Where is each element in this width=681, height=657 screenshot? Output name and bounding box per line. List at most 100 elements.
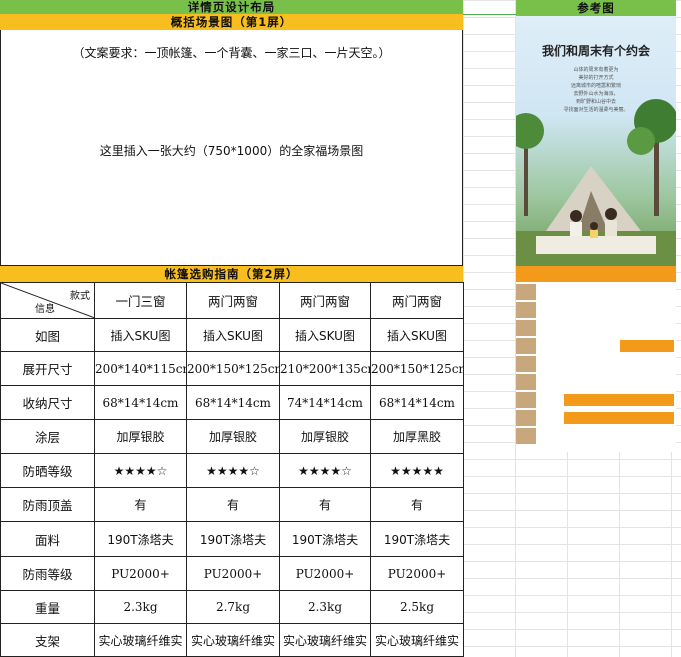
family-tent-photo: 我们和周末有个约会 山体的周末有着更为 美好的打开方式 远离城市的喧嚣和繁琐 去… (516, 16, 676, 266)
tent-spec-table: 款式 信息 一门三窗 两门两窗 两门两窗 两门两窗 如图 插入SKU图 插入SK… (0, 282, 464, 657)
column-header[interactable]: 一门三窗 (94, 282, 187, 319)
section1-title-bar: 概括场景图（第1屏） (0, 14, 463, 30)
table-cell[interactable]: PU2000+ (370, 556, 464, 591)
corner-label-style: 款式 (70, 291, 90, 302)
table-cell[interactable]: 190T涤塔夫 (279, 521, 371, 557)
star-rating[interactable]: ★★★★☆ (186, 453, 280, 488)
reference-header-row (516, 266, 676, 282)
table-cell[interactable]: PU2000+ (186, 556, 280, 591)
scene-image-cell[interactable]: （文案要求：一顶帐篷、一个背囊、一家三口、一片天空。） 这里插入一张大约（750… (0, 30, 463, 266)
column-header[interactable]: 两门两窗 (186, 282, 280, 319)
section2-title: 帐篷选购指南（第2屏） (164, 267, 299, 281)
row-label[interactable]: 防雨等级 (0, 556, 95, 591)
image-placeholder-note: 这里插入一张大约（750*1000）的全家福场景图 (99, 144, 364, 158)
table-cell[interactable]: 插入SKU图 (370, 318, 464, 352)
column-header[interactable]: 两门两窗 (370, 282, 464, 319)
main-title-bar: 详情页设计布局 (0, 0, 463, 14)
table-row: 展开尺寸 200*140*115cm 200*150*125cm 210*200… (0, 351, 464, 386)
table-row: 面料 190T涤塔夫 190T涤塔夫 190T涤塔夫 190T涤塔夫 (0, 521, 464, 557)
column-header[interactable]: 两门两窗 (279, 282, 371, 319)
row-label[interactable]: 展开尺寸 (0, 351, 95, 386)
table-cell[interactable]: 插入SKU图 (186, 318, 280, 352)
table-cell[interactable]: 实心玻璃纤维实 (186, 623, 280, 657)
star-rating[interactable]: ★★★★★ (370, 453, 464, 488)
reference-subline: 去野外山水为海派， (573, 91, 619, 97)
reference-row (516, 356, 676, 372)
reference-row (516, 374, 676, 390)
table-cell[interactable]: 加厚银胶 (186, 419, 280, 454)
row-label[interactable]: 收纳尺寸 (0, 385, 95, 420)
reference-row (516, 284, 676, 300)
table-cell[interactable]: 加厚银胶 (94, 419, 187, 454)
table-row: 如图 插入SKU图 插入SKU图 插入SKU图 插入SKU图 (0, 318, 464, 352)
reference-subline: 远离城市的喧嚣和繁琐 (570, 83, 621, 89)
section1-title: 概括场景图（第1屏） (170, 15, 293, 29)
star-rating[interactable]: ★★★★☆ (279, 453, 371, 488)
table-cell[interactable]: 200*140*115cm (94, 351, 187, 386)
table-cell[interactable]: 68*14*14cm (186, 385, 280, 420)
table-cell[interactable]: 190T涤塔夫 (186, 521, 280, 557)
reference-subline: 山体的周末有着更为 (573, 67, 619, 73)
table-row: 重量 2.3kg 2.7kg 2.3kg 2.5kg (0, 590, 464, 624)
selection-line (463, 14, 516, 15)
reference-title: 参考图 (577, 1, 615, 15)
reference-row (516, 428, 676, 444)
table-cell[interactable]: 210*200*135cm (279, 351, 371, 386)
reference-subline: 到旷野和山谷中去 (575, 99, 616, 105)
table-cell[interactable]: 2.3kg (94, 590, 187, 624)
reference-row (516, 302, 676, 318)
row-label[interactable]: 支架 (0, 623, 95, 657)
table-row: 防晒等级 ★★★★☆ ★★★★☆ ★★★★☆ ★★★★★ (0, 453, 464, 488)
table-cell[interactable]: 插入SKU图 (94, 318, 187, 352)
table-cell[interactable]: 实心玻璃纤维实 (279, 623, 371, 657)
table-cell[interactable]: 加厚黑胶 (370, 419, 464, 454)
reference-row (516, 410, 676, 426)
table-cell[interactable]: 有 (279, 487, 371, 522)
table-cell[interactable]: 实心玻璃纤维实 (94, 623, 187, 657)
row-label[interactable]: 重量 (0, 590, 95, 624)
row-label[interactable]: 防晒等级 (0, 453, 95, 488)
table-cell[interactable]: 68*14*14cm (94, 385, 187, 420)
reference-row (516, 320, 676, 336)
table-row: 防雨顶盖 有 有 有 有 (0, 487, 464, 522)
corner-cell[interactable]: 款式 信息 (0, 282, 95, 319)
table-cell[interactable]: PU2000+ (94, 556, 187, 591)
table-header-row: 款式 信息 一门三窗 两门两窗 两门两窗 两门两窗 (0, 282, 464, 319)
table-cell[interactable]: 200*150*125cm (370, 351, 464, 386)
table-cell[interactable]: 2.7kg (186, 590, 280, 624)
reference-row (516, 392, 676, 408)
reference-title-bar: 参考图 (516, 0, 676, 16)
reference-spec-table (516, 266, 676, 452)
reference-subline: 美好的打开方式 (578, 75, 614, 81)
table-row: 收纳尺寸 68*14*14cm 68*14*14cm 74*14*14cm 68… (0, 385, 464, 420)
table-cell[interactable]: PU2000+ (279, 556, 371, 591)
table-cell[interactable]: 有 (370, 487, 464, 522)
table-cell[interactable]: 加厚银胶 (279, 419, 371, 454)
reference-row (516, 338, 676, 354)
table-cell[interactable]: 实心玻璃纤维实 (370, 623, 464, 657)
reference-subline: 寻找面对生活的温柔与美丽。 (563, 107, 629, 113)
reference-subtext: 山体的周末有着更为 美好的打开方式 远离城市的喧嚣和繁琐 去野外山水为海派， 到… (516, 66, 676, 114)
table-cell[interactable]: 有 (94, 487, 187, 522)
table-cell[interactable]: 插入SKU图 (279, 318, 371, 352)
table-row: 支架 实心玻璃纤维实 实心玻璃纤维实 实心玻璃纤维实 实心玻璃纤维实 (0, 623, 464, 657)
reference-headline: 我们和周末有个约会 (541, 44, 650, 58)
table-cell[interactable]: 有 (186, 487, 280, 522)
copy-requirement: （文案要求：一顶帐篷、一个背囊、一家三口、一片天空。） (72, 46, 391, 60)
row-label[interactable]: 防雨顶盖 (0, 487, 95, 522)
table-cell[interactable]: 190T涤塔夫 (370, 521, 464, 557)
table-cell[interactable]: 190T涤塔夫 (94, 521, 187, 557)
table-cell[interactable]: 200*150*125cm (186, 351, 280, 386)
main-title: 详情页设计布局 (187, 0, 276, 14)
row-label[interactable]: 面料 (0, 521, 95, 557)
table-cell[interactable]: 68*14*14cm (370, 385, 464, 420)
star-rating[interactable]: ★★★★☆ (94, 453, 187, 488)
reference-image[interactable]: 我们和周末有个约会 山体的周末有着更为 美好的打开方式 远离城市的喧嚣和繁琐 去… (516, 16, 676, 452)
table-row: 涂层 加厚银胶 加厚银胶 加厚银胶 加厚黑胶 (0, 419, 464, 454)
table-cell[interactable]: 2.5kg (370, 590, 464, 624)
row-label[interactable]: 如图 (0, 318, 95, 352)
section2-title-bar: 帐篷选购指南（第2屏） (0, 266, 463, 282)
table-cell[interactable]: 74*14*14cm (279, 385, 371, 420)
table-cell[interactable]: 2.3kg (279, 590, 371, 624)
row-label[interactable]: 涂层 (0, 419, 95, 454)
